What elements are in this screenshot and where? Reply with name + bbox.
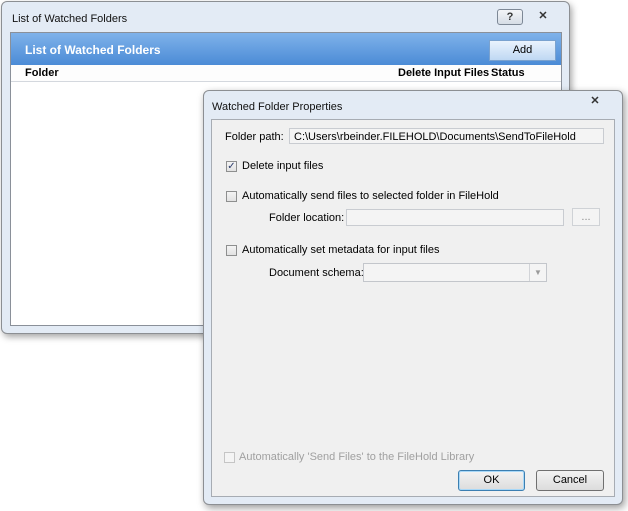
watched-folder-properties-dialog: Watched Folder Properties ✕ Folder path:… — [203, 90, 623, 505]
panel-title: List of Watched Folders — [25, 43, 161, 57]
auto-send-checkbox[interactable] — [226, 191, 237, 202]
document-schema-label: Document schema: — [269, 267, 364, 279]
close-icon: ✕ — [590, 95, 600, 107]
auto-metadata-label[interactable]: Automatically set metadata for input fil… — [242, 244, 439, 256]
add-button[interactable]: Add — [489, 40, 556, 61]
column-header-status[interactable]: Status — [491, 67, 525, 79]
chevron-down-icon: ▼ — [529, 264, 546, 281]
dialog-title: Watched Folder Properties — [212, 101, 343, 113]
dialog-body: Folder path: C:\Users\rbeinder.FILEHOLD\… — [211, 119, 615, 497]
cancel-button[interactable]: Cancel — [536, 470, 604, 491]
column-header-folder[interactable]: Folder — [25, 67, 59, 79]
help-icon: ? — [506, 11, 514, 23]
close-button[interactable]: ✕ — [525, 9, 561, 23]
delete-input-files-checkbox[interactable]: ✓ — [226, 161, 237, 172]
browse-button[interactable]: ... — [572, 208, 600, 226]
folder-location-label: Folder location: — [269, 212, 345, 224]
help-button[interactable]: ? — [497, 9, 523, 25]
auto-metadata-checkbox[interactable] — [226, 245, 237, 256]
column-header-row: Folder Delete Input Files Status — [11, 65, 561, 82]
auto-send-library-checkbox[interactable] — [224, 452, 235, 463]
auto-send-library-label: Automatically 'Send Files' to the FileHo… — [239, 451, 475, 463]
folder-location-field[interactable] — [346, 209, 564, 226]
dialog-close-button[interactable]: ✕ — [577, 94, 613, 108]
column-header-delete-input-files[interactable]: Delete Input Files — [398, 67, 489, 79]
panel-header: List of Watched Folders Add — [11, 33, 561, 65]
auto-send-label[interactable]: Automatically send files to selected fol… — [242, 190, 499, 202]
window-title: List of Watched Folders — [12, 13, 128, 25]
folder-path-label: Folder path: — [225, 131, 284, 143]
check-icon: ✓ — [227, 161, 236, 172]
folder-path-field[interactable]: C:\Users\rbeinder.FILEHOLD\Documents\Sen… — [289, 128, 604, 144]
ok-button[interactable]: OK — [458, 470, 525, 491]
close-icon: ✕ — [538, 10, 548, 22]
document-schema-dropdown[interactable]: ▼ — [363, 263, 547, 282]
delete-input-files-label[interactable]: Delete input files — [242, 160, 323, 172]
